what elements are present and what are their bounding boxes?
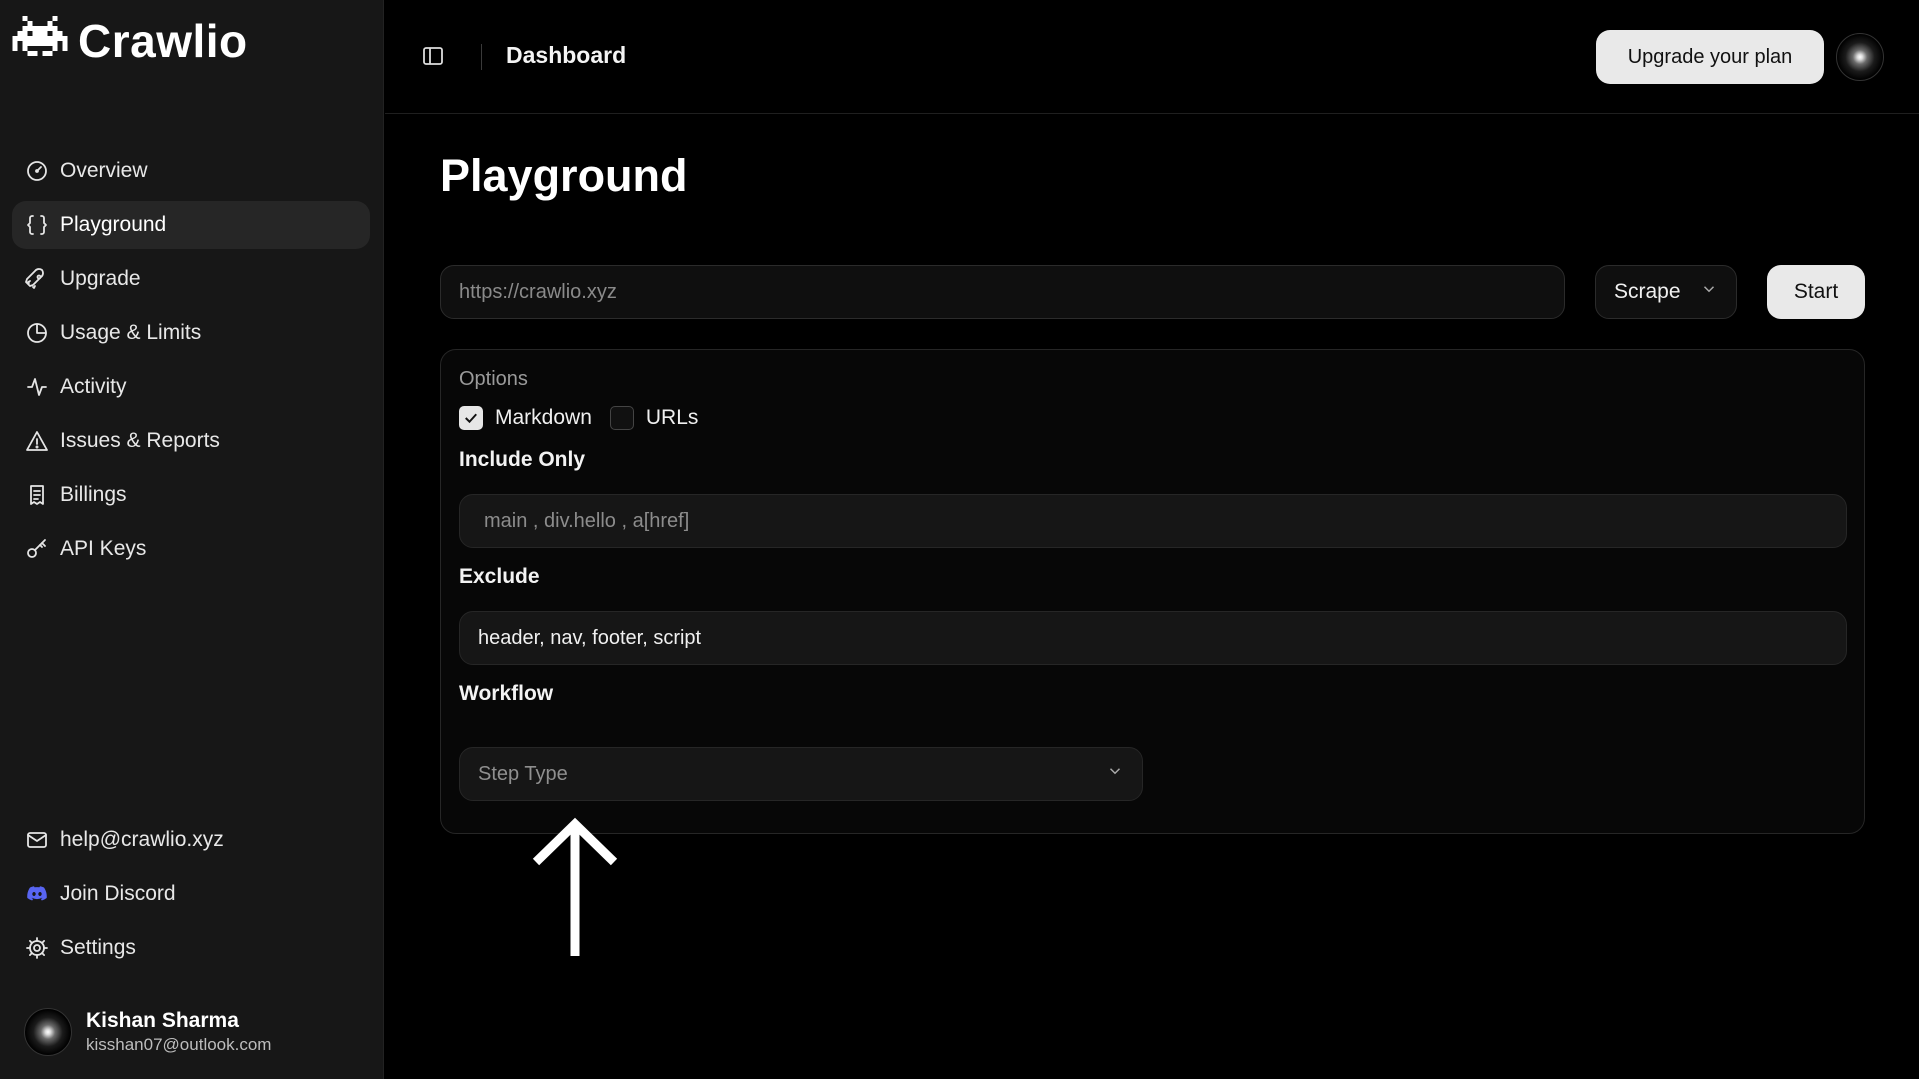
sidebar-item-overview[interactable]: Overview (12, 147, 370, 195)
mode-select[interactable]: Scrape (1595, 265, 1737, 319)
user-email: kisshan07@outlook.com (86, 1035, 272, 1054)
start-button[interactable]: Start (1767, 265, 1865, 319)
sidebar-item-usage-limits[interactable]: Usage & Limits (12, 309, 370, 357)
sidebar-item-label: Settings (60, 936, 136, 959)
pie-chart-icon (24, 320, 50, 346)
include-only-input[interactable] (459, 494, 1847, 548)
braces-icon (24, 212, 50, 238)
workflow-label: Workflow (459, 682, 554, 705)
top-bar: Dashboard Upgrade your plan (385, 0, 1919, 114)
chevron-down-icon (1106, 762, 1124, 786)
breadcrumb: Dashboard (506, 42, 627, 68)
sidebar-item-label: help@crawlio.xyz (60, 828, 224, 851)
urls-label: URLs (645, 406, 699, 429)
discord-icon (24, 881, 50, 907)
rocket-icon (24, 266, 50, 292)
activity-icon (24, 374, 50, 400)
sidebar-item-label: Billings (60, 483, 127, 506)
sidebar-item-billings[interactable]: Billings (12, 471, 370, 519)
avatar (24, 1008, 72, 1056)
sidebar-item-label: Join Discord (60, 882, 176, 905)
format-checkboxes: Markdown URLs (459, 406, 716, 430)
header-avatar[interactable] (1836, 33, 1884, 81)
header-divider (481, 44, 482, 70)
sidebar-toggle-icon[interactable] (421, 44, 449, 72)
secondary-nav: help@crawlio.xyz Join Discord Settings (12, 816, 370, 978)
gear-icon (24, 935, 50, 961)
markdown-label: Markdown (495, 406, 592, 429)
urls-checkbox[interactable] (609, 406, 634, 430)
options-panel: Options Markdown URLs Include Only Exclu… (440, 349, 1865, 834)
upgrade-plan-button[interactable]: Upgrade your plan (1596, 30, 1824, 84)
markdown-checkbox[interactable] (459, 406, 483, 430)
sidebar-item-label: API Keys (60, 537, 147, 560)
url-input[interactable] (440, 265, 1565, 319)
sidebar-item-label: Activity (60, 375, 127, 398)
warning-icon (24, 428, 50, 454)
sidebar-item-upgrade[interactable]: Upgrade (12, 255, 370, 303)
brand-name: Crawlio (78, 15, 248, 67)
sidebar: Crawlio Overview Playground Upgrade Usag… (0, 0, 384, 1079)
sidebar-item-api-keys[interactable]: API Keys (12, 525, 370, 573)
brand-logo[interactable]: Crawlio (12, 14, 248, 68)
sidebar-item-label: Upgrade (60, 267, 141, 290)
include-only-label: Include Only (459, 448, 586, 471)
sidebar-item-label: Playground (60, 213, 167, 236)
page-title: Playground (440, 150, 688, 201)
sidebar-item-settings[interactable]: Settings (12, 924, 370, 972)
check-icon (465, 413, 477, 424)
sidebar-item-help-email[interactable]: help@crawlio.xyz (12, 816, 370, 864)
exclude-label: Exclude (459, 565, 540, 588)
gauge-icon (24, 158, 50, 184)
receipt-icon (24, 482, 50, 508)
user-profile[interactable]: Kishan Sharma kisshan07@outlook.com (24, 1008, 271, 1056)
space-invader-icon (12, 16, 68, 56)
step-type-placeholder: Step Type (478, 762, 568, 785)
exclude-input[interactable] (459, 611, 1847, 665)
chevron-down-icon (1700, 280, 1718, 304)
sidebar-item-join-discord[interactable]: Join Discord (12, 870, 370, 918)
sidebar-item-label: Usage & Limits (60, 321, 202, 344)
pointer-arrow-icon (532, 817, 618, 956)
sidebar-item-label: Issues & Reports (60, 429, 220, 452)
user-info: Kishan Sharma kisshan07@outlook.com (86, 1009, 271, 1055)
user-name: Kishan Sharma (86, 1009, 239, 1032)
key-icon (24, 536, 50, 562)
step-type-select[interactable]: Step Type (459, 747, 1143, 801)
mail-icon (24, 827, 50, 853)
sidebar-item-label: Overview (60, 159, 148, 182)
sidebar-item-issues-reports[interactable]: Issues & Reports (12, 417, 370, 465)
mode-select-value: Scrape (1614, 280, 1681, 303)
sidebar-item-activity[interactable]: Activity (12, 363, 370, 411)
sidebar-item-playground[interactable]: Playground (12, 201, 370, 249)
main-nav: Overview Playground Upgrade Usage & Limi… (12, 147, 370, 579)
options-heading: Options (459, 368, 528, 390)
